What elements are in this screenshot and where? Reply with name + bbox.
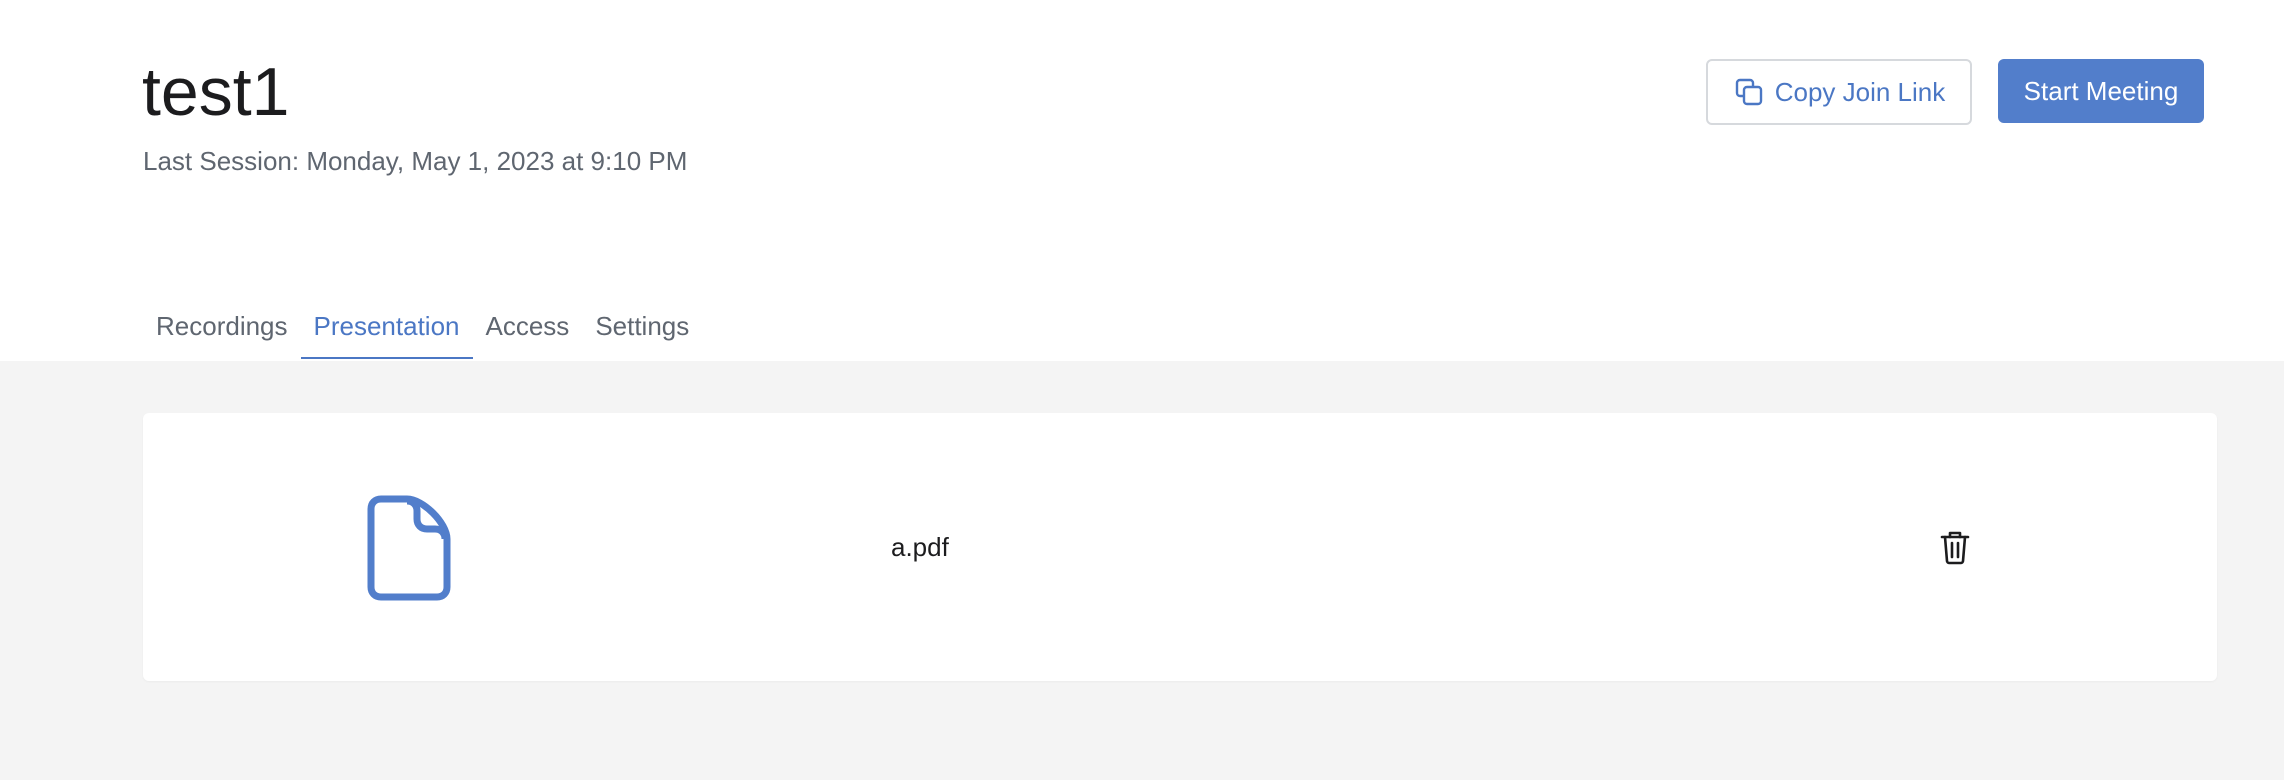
tab-presentation[interactable]: Presentation <box>300 300 473 359</box>
document-icon <box>367 495 461 603</box>
copy-join-link-label: Copy Join Link <box>1774 76 1946 107</box>
copy-join-link-button[interactable]: Copy Join Link <box>1706 59 1972 125</box>
presentation-file-card: a.pdf <box>143 413 2217 681</box>
tab-settings[interactable]: Settings <box>582 300 702 359</box>
room-tabs: Recordings Presentation Access Settings <box>143 300 702 361</box>
tab-recordings[interactable]: Recordings <box>143 300 301 359</box>
last-session-text: Last Session: Monday, May 1, 2023 at 9:1… <box>143 146 688 176</box>
delete-presentation-button[interactable] <box>1933 525 1977 569</box>
trash-icon <box>1940 531 1970 565</box>
tab-access[interactable]: Access <box>473 300 583 359</box>
start-meeting-button[interactable]: Start Meeting <box>1998 59 2204 123</box>
presentation-file-name: a.pdf <box>891 532 949 562</box>
room-header: test1 Last Session: Monday, May 1, 2023 … <box>0 0 2284 361</box>
room-title: test1 <box>142 54 290 130</box>
copy-icon <box>1733 76 1765 108</box>
presentation-panel: a.pdf <box>0 361 2284 780</box>
